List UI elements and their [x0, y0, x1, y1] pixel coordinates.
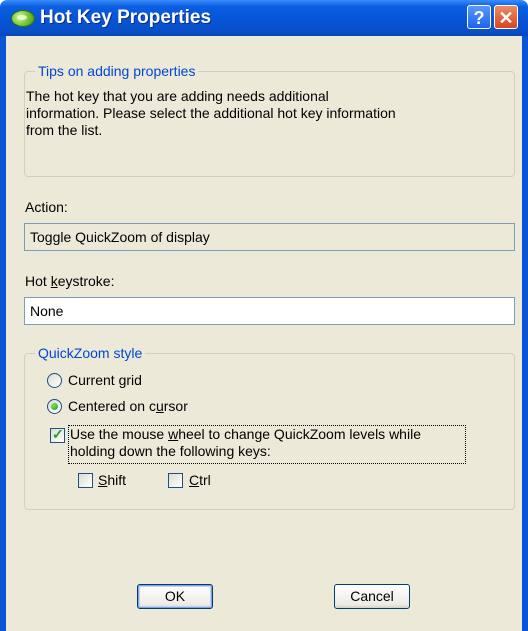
- wheel-prefix: Use the mouse: [70, 426, 169, 442]
- cancel-button[interactable]: Cancel: [334, 584, 410, 609]
- centered-on-cursor-label[interactable]: Centered on cursor: [68, 398, 188, 414]
- hot-key-properties-dialog: Hot Key Properties ? ✕ Tips on adding pr…: [0, 0, 528, 631]
- mouse-wheel-line-1: Use the mouse wheel to change QuickZoom …: [70, 426, 421, 443]
- wheel-suffix: heel to change QuickZoom levels while: [178, 426, 421, 442]
- title-bar[interactable]: Hot Key Properties ? ✕: [0, 0, 528, 36]
- tips-line-1: The hot key that you are adding needs ad…: [26, 88, 329, 104]
- wheel-mnemonic: w: [168, 426, 179, 442]
- shift-rest: hift: [107, 472, 127, 488]
- centered-label-mnemonic: u: [155, 398, 164, 414]
- current-grid-radio[interactable]: [47, 373, 62, 388]
- help-button[interactable]: ?: [467, 5, 491, 29]
- hot-keystroke-input[interactable]: None: [24, 297, 515, 325]
- action-field: Toggle QuickZoom of display: [24, 223, 515, 251]
- window-frame-right: [522, 36, 528, 631]
- centered-label-prefix: Centered on c: [68, 398, 156, 414]
- current-grid-label[interactable]: Current grid: [68, 372, 142, 388]
- mouse-wheel-checkbox[interactable]: ✓: [50, 426, 65, 443]
- ctrl-mnemonic: C: [189, 472, 200, 488]
- app-eye-icon: [11, 10, 35, 27]
- centered-label-suffix: rsor: [163, 398, 188, 414]
- checkmark-icon: ✓: [52, 426, 64, 442]
- close-button[interactable]: ✕: [494, 5, 518, 29]
- tips-line-2: information. Please select the additiona…: [26, 105, 396, 121]
- ok-button[interactable]: OK: [137, 584, 213, 609]
- hot-keystroke-label-prefix: Hot: [25, 273, 51, 289]
- mouse-wheel-label[interactable]: Use the mouse wheel to change QuickZoom …: [70, 426, 421, 460]
- hot-keystroke-label: Hot keystroke:: [25, 273, 115, 289]
- radio-selected-dot: [51, 403, 58, 410]
- quickzoom-legend: QuickZoom style: [35, 345, 146, 361]
- centered-on-cursor-radio[interactable]: [47, 399, 62, 414]
- ctrl-rest: trl: [199, 472, 211, 488]
- mouse-wheel-line-2: holding down the following keys:: [70, 443, 271, 459]
- tips-legend: Tips on adding properties: [35, 63, 199, 79]
- hot-keystroke-label-suffix: eystroke:: [57, 273, 115, 289]
- shift-mnemonic: S: [98, 472, 108, 488]
- shift-checkbox[interactable]: [78, 473, 93, 488]
- action-label: Action:: [25, 199, 68, 215]
- ctrl-label[interactable]: Ctrl: [189, 472, 211, 488]
- shift-label[interactable]: Shift: [98, 472, 126, 488]
- tips-text: The hot key that you are adding needs ad…: [26, 88, 466, 139]
- tips-line-3: from the list.: [26, 122, 103, 138]
- window-title: Hot Key Properties: [40, 7, 212, 28]
- hot-keystroke-mnemonic: k: [50, 273, 58, 289]
- ctrl-checkbox[interactable]: [168, 473, 183, 488]
